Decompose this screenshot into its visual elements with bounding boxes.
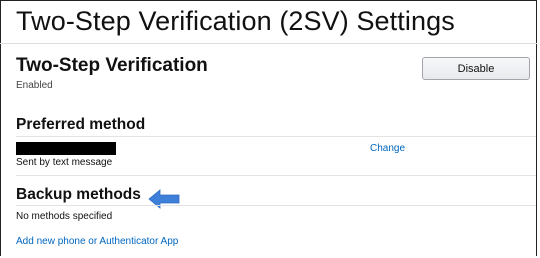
backup-methods-heading: Backup methods xyxy=(16,186,141,203)
redacted-phone-number xyxy=(16,142,116,155)
preferred-bottom-divider xyxy=(16,175,536,176)
preferred-method-heading: Preferred method xyxy=(16,116,146,133)
page-title: Two-Step Verification (2SV) Settings xyxy=(16,6,455,36)
title-divider xyxy=(0,43,537,44)
preferred-divider xyxy=(16,136,536,137)
backup-empty-text: No methods specified xyxy=(16,211,113,222)
change-link[interactable]: Change xyxy=(370,143,405,154)
two-step-heading: Two-Step Verification xyxy=(16,55,208,76)
preferred-method-detail: Sent by text message xyxy=(16,157,113,168)
left-arrow-icon xyxy=(148,189,180,209)
backup-divider xyxy=(16,205,536,206)
disable-button[interactable]: Disable xyxy=(422,57,530,80)
add-method-link[interactable]: Add new phone or Authenticator App xyxy=(16,236,178,247)
two-step-status: Enabled xyxy=(16,80,53,91)
